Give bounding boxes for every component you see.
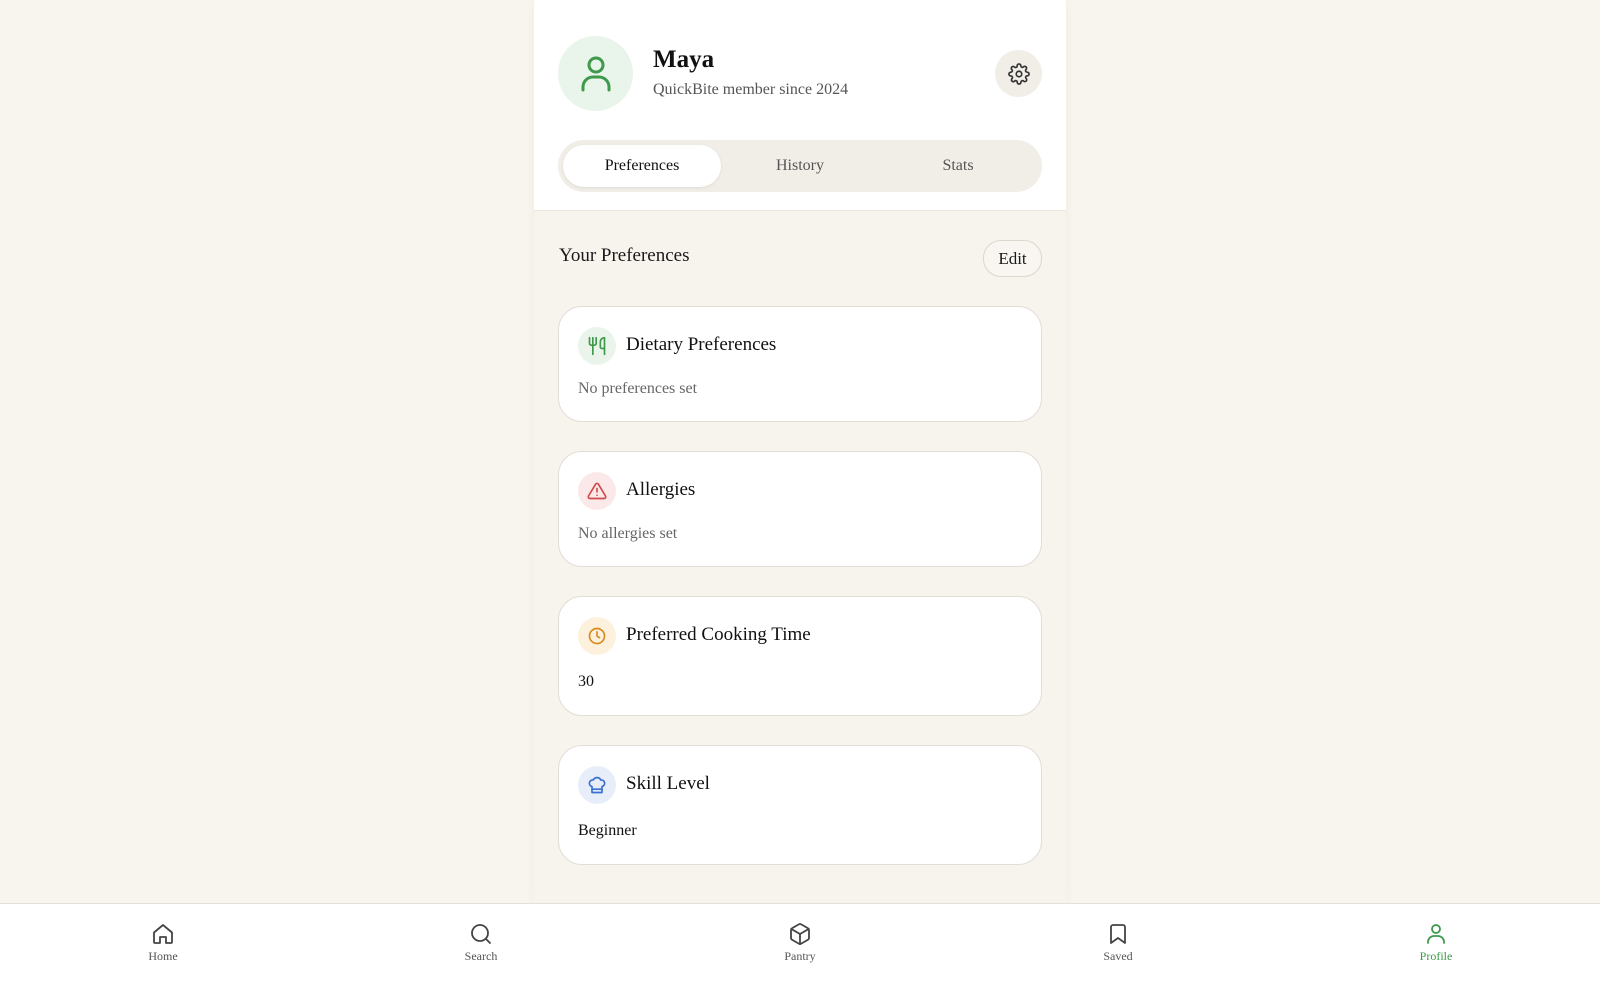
dietary-preferences-card: Dietary Preferences No preferences set — [558, 306, 1042, 422]
card-value: 30 — [578, 673, 594, 690]
user-name: Maya — [653, 46, 715, 73]
tab-history[interactable]: History — [721, 145, 879, 187]
tab-stats[interactable]: Stats — [879, 145, 1037, 187]
nav-item-search[interactable]: Search — [441, 922, 521, 964]
app-column: Maya QuickBite member since 2024 Prefere… — [534, 0, 1066, 903]
user-icon — [1427, 924, 1445, 944]
nav-item-saved[interactable]: Saved — [1078, 922, 1158, 964]
tab-preferences[interactable]: Preferences — [563, 145, 721, 187]
user-icon — [581, 56, 610, 91]
warning-icon — [587, 482, 607, 500]
nav-item-home[interactable]: Home — [123, 922, 203, 964]
gear-icon — [1007, 62, 1030, 85]
cooking-time-card: Preferred Cooking Time 30 — [558, 596, 1042, 716]
nav-label: Saved — [1103, 949, 1133, 963]
card-value: No preferences set — [578, 380, 698, 397]
home-icon — [153, 924, 173, 944]
chef-hat-icon — [588, 776, 606, 794]
edit-button[interactable]: Edit — [983, 240, 1042, 277]
card-title: Skill Level — [626, 773, 710, 794]
nav-label: Home — [148, 949, 178, 963]
avatar — [558, 36, 633, 111]
bookmark-icon — [1110, 924, 1126, 944]
allergies-icon-badge — [578, 472, 616, 510]
nav-label: Profile — [1419, 949, 1453, 963]
profile-tabs: Preferences History Stats — [558, 140, 1042, 192]
card-title: Preferred Cooking Time — [626, 624, 811, 645]
card-title: Dietary Preferences — [626, 334, 777, 355]
dietary-icon-badge — [578, 327, 616, 365]
section-title: Your Preferences — [559, 245, 690, 266]
skill-level-icon-badge — [578, 766, 616, 804]
nav-item-pantry[interactable]: Pantry — [760, 922, 840, 964]
clock-icon — [588, 627, 606, 645]
utensils-icon — [588, 336, 606, 356]
search-icon — [471, 924, 491, 944]
profile-header: Maya QuickBite member since 2024 Prefere… — [534, 0, 1066, 211]
card-value: No allergies set — [578, 525, 678, 542]
box-icon — [790, 923, 810, 945]
settings-button[interactable] — [995, 50, 1042, 97]
card-value: Beginner — [578, 822, 637, 839]
nav-item-profile[interactable]: Profile — [1396, 922, 1476, 964]
allergies-card: Allergies No allergies set — [558, 451, 1042, 567]
bottom-nav: Home Search Pantry Saved Profile — [0, 903, 1600, 985]
member-since: QuickBite member since 2024 — [653, 81, 849, 98]
skill-level-card: Skill Level Beginner — [558, 745, 1042, 865]
cooking-time-icon-badge — [578, 617, 616, 655]
nav-label: Pantry — [784, 949, 816, 963]
nav-label: Search — [464, 949, 498, 963]
card-title: Allergies — [626, 479, 696, 500]
